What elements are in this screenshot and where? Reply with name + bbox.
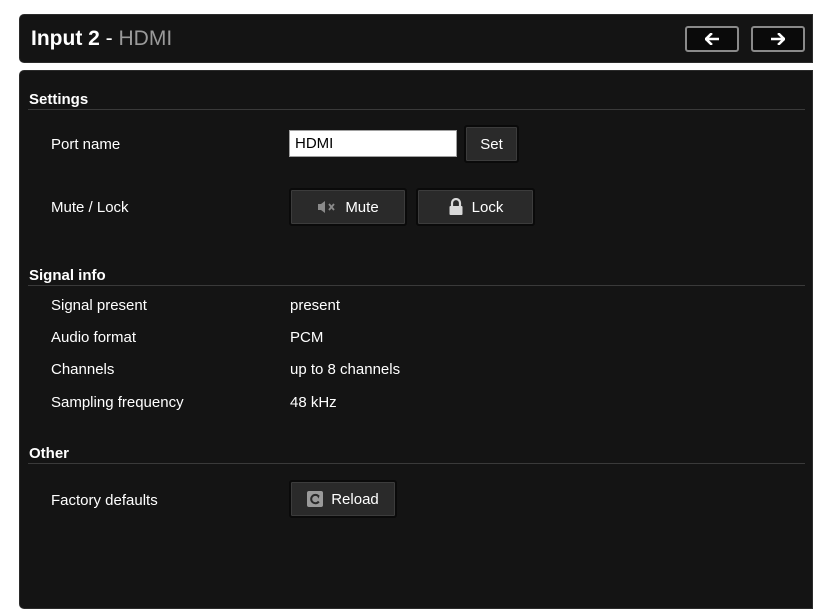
- set-button[interactable]: Set: [464, 125, 519, 163]
- signal-present-value: present: [290, 297, 341, 314]
- lock-button[interactable]: Lock: [416, 188, 535, 226]
- main-panel: Settings Port name Set Mute / Lock Mute …: [19, 70, 813, 609]
- other-section-title: Other: [29, 445, 70, 462]
- reload-button[interactable]: Reload: [289, 480, 397, 518]
- padlock-icon: [448, 198, 464, 216]
- signal-info-section-title: Signal info: [29, 267, 106, 284]
- mute-lock-label: Mute / Lock: [51, 199, 129, 216]
- factory-defaults-label: Factory defaults: [51, 492, 158, 509]
- audio-format-label: Audio format: [51, 329, 137, 346]
- mute-button[interactable]: Mute: [289, 188, 407, 226]
- other-divider: [28, 463, 805, 464]
- settings-section-title: Settings: [29, 91, 89, 108]
- reload-button-label: Reload: [331, 490, 379, 508]
- lock-button-label: Lock: [471, 198, 504, 216]
- port-name-input[interactable]: [289, 130, 457, 157]
- title-separator: -: [99, 27, 119, 50]
- set-button-label: Set: [480, 135, 503, 153]
- previous-button[interactable]: [685, 26, 739, 52]
- next-button[interactable]: [751, 26, 805, 52]
- audio-format-value: PCM: [290, 329, 324, 346]
- mute-button-label: Mute: [345, 198, 379, 216]
- settings-divider: [28, 109, 805, 110]
- port-name-label: Port name: [51, 136, 121, 153]
- channels-label: Channels: [51, 361, 115, 378]
- reload-icon: [307, 491, 324, 507]
- title-subtitle: HDMI: [118, 27, 173, 50]
- sampling-frequency-value: 48 kHz: [290, 394, 337, 411]
- speaker-mute-icon: [317, 200, 337, 214]
- signal-info-divider: [28, 285, 805, 286]
- arrow-left-icon: [705, 33, 719, 45]
- header-bar: Input 2 - HDMI: [19, 14, 813, 63]
- arrow-right-icon: [771, 33, 785, 45]
- title-main: Input 2: [31, 27, 100, 50]
- page-title: Input 2 - HDMI: [31, 27, 172, 51]
- sampling-frequency-label: Sampling frequency: [51, 394, 184, 411]
- signal-present-label: Signal present: [51, 297, 147, 314]
- channels-value: up to 8 channels: [290, 361, 401, 378]
